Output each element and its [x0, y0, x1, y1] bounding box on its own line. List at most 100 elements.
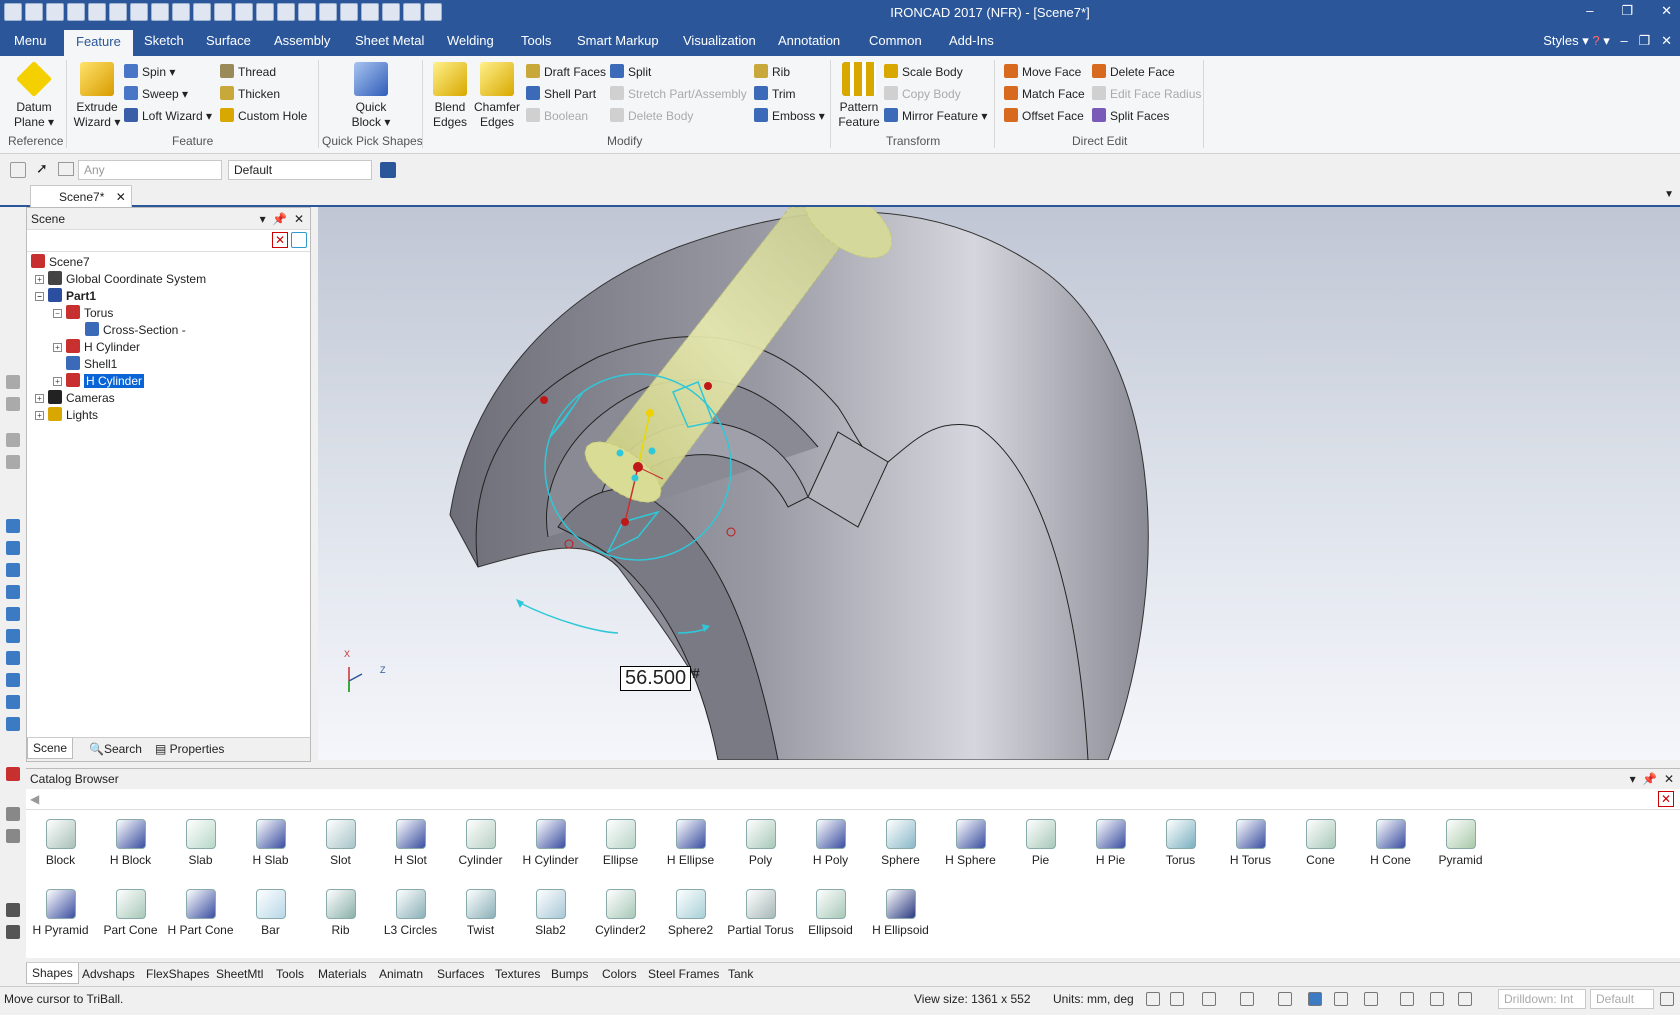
tab-flexshapes[interactable]: FlexShapes	[146, 967, 209, 981]
catalog-item-l3-circles[interactable]: L3 Circles	[373, 889, 448, 937]
selection-filter-combo[interactable]: Any	[78, 160, 222, 180]
tool-icon[interactable]	[6, 903, 20, 917]
zoom-icon[interactable]	[1146, 992, 1160, 1006]
catalog-item-cylinder[interactable]: Cylinder	[443, 819, 518, 867]
split-button[interactable]: Split	[610, 64, 651, 79]
3d-viewport[interactable]: 56.500 # X Z	[318, 207, 1680, 760]
filter-icon[interactable]	[10, 162, 26, 178]
tab-tools[interactable]: Tools	[276, 967, 304, 981]
catalog-item-sphere[interactable]: Sphere	[863, 819, 938, 867]
move-face-button[interactable]: Move Face	[1004, 64, 1081, 79]
tab-animatn[interactable]: Animatn	[379, 967, 423, 981]
catalog-item-sphere2[interactable]: Sphere2	[653, 889, 728, 937]
tree-item-cameras[interactable]: + Cameras	[35, 390, 115, 406]
tree-item-h-cylinder[interactable]: + H Cylinder	[53, 339, 140, 355]
zoom-window-icon[interactable]	[1170, 992, 1184, 1006]
catalog-item-h-block[interactable]: H Block	[93, 819, 168, 867]
model-view[interactable]	[318, 207, 1680, 760]
catalog-item-partial-torus[interactable]: Partial Torus	[723, 889, 798, 937]
datum-plane-button[interactable]: Datum Plane ▾	[10, 60, 58, 130]
tab-menu[interactable]: Menu	[14, 33, 47, 48]
catalog-item-slot[interactable]: Slot	[303, 819, 378, 867]
catalog-item-h-slot[interactable]: H Slot	[373, 819, 448, 867]
tab-scene[interactable]: Scene	[27, 738, 74, 759]
view-front-icon[interactable]	[6, 519, 20, 533]
catalog-item-torus[interactable]: Torus	[1143, 819, 1218, 867]
camera-icon[interactable]	[1400, 992, 1414, 1006]
view-iso-icon[interactable]	[6, 717, 20, 731]
catalog-item-part-cone[interactable]: Part Cone	[93, 889, 168, 937]
catalog-item-h-ellipsoid[interactable]: H Ellipsoid	[863, 889, 938, 937]
catalog-item-h-pyramid[interactable]: H Pyramid	[23, 889, 98, 937]
tab-shapes[interactable]: Shapes	[26, 963, 79, 984]
trim-button[interactable]: Trim	[754, 86, 796, 101]
tab-scene7[interactable]: Scene7* ✕	[30, 185, 132, 207]
catalog-item-pyramid[interactable]: Pyramid	[1423, 819, 1498, 867]
sweep-button[interactable]: Sweep ▾	[124, 86, 188, 101]
close-tab-icon[interactable]: ✕	[116, 190, 126, 204]
tab-tools[interactable]: Tools	[521, 33, 551, 48]
boolean-button[interactable]: Boolean	[526, 108, 588, 123]
tree-options-icon[interactable]	[291, 232, 307, 248]
view-iso-icon[interactable]	[6, 651, 20, 665]
catalog-item-twist[interactable]: Twist	[443, 889, 518, 937]
split-faces-button[interactable]: Split Faces	[1092, 108, 1169, 123]
view-cube-icon[interactable]	[1240, 992, 1254, 1006]
tab-surfaces[interactable]: Surfaces	[437, 967, 484, 981]
view-right-icon[interactable]	[6, 563, 20, 577]
delete-body-button[interactable]: Delete Body	[610, 108, 693, 123]
tree-item-lights[interactable]: + Lights	[35, 407, 98, 423]
pointer-icon[interactable]	[1430, 992, 1444, 1006]
view-back-icon[interactable]	[6, 585, 20, 599]
loft-wizard-button[interactable]: Loft Wizard ▾	[124, 108, 212, 123]
thicken-button[interactable]: Thicken	[220, 86, 280, 101]
catalog-item-block[interactable]: Block	[23, 819, 98, 867]
close-icon[interactable]: ✕	[1661, 3, 1672, 19]
catalog-item-h-torus[interactable]: H Torus	[1213, 819, 1288, 867]
pattern-feature-button[interactable]: Pattern Feature	[836, 62, 882, 130]
catalog-item-poly[interactable]: Poly	[723, 819, 798, 867]
catalog-item-h-pie[interactable]: H Pie	[1073, 819, 1148, 867]
tree-item-h-cylinder-selected[interactable]: + H Cylinder	[53, 373, 145, 389]
tab-bumps[interactable]: Bumps	[551, 967, 588, 981]
stretch-part-button[interactable]: Stretch Part/Assembly	[610, 86, 747, 101]
thread-button[interactable]: Thread	[220, 64, 276, 79]
catalog-item-cone[interactable]: Cone	[1283, 819, 1358, 867]
view-tool-icon[interactable]	[6, 397, 20, 411]
match-face-button[interactable]: Match Face	[1004, 86, 1085, 101]
view-tool-icon[interactable]	[6, 455, 20, 469]
catalog-item-slab2[interactable]: Slab2	[513, 889, 588, 937]
tree-item-cross-section[interactable]: Cross-Section -	[85, 322, 186, 338]
offset-face-button[interactable]: Offset Face	[1004, 108, 1084, 123]
catalog-item-h-cylinder[interactable]: H Cylinder	[513, 819, 588, 867]
tab-annotation[interactable]: Annotation	[778, 33, 840, 48]
drilldown-combo[interactable]: Drilldown: Int	[1498, 989, 1586, 1009]
catalog-item-ellipsoid[interactable]: Ellipsoid	[793, 889, 868, 937]
catalog-item-h-poly[interactable]: H Poly	[793, 819, 868, 867]
back-arrow-icon[interactable]: ◀	[30, 792, 39, 806]
catalog-item-h-slab[interactable]: H Slab	[233, 819, 308, 867]
draft-faces-button[interactable]: Draft Faces	[526, 64, 606, 79]
quick-block-button[interactable]: Quick Block ▾	[346, 62, 396, 130]
edit-face-radius-button[interactable]: Edit Face Radius	[1092, 86, 1201, 101]
display-icon[interactable]	[1364, 992, 1378, 1006]
tab-colors[interactable]: Colors	[602, 967, 637, 981]
settings-icon[interactable]	[1660, 992, 1674, 1006]
blend-edges-button[interactable]: Blend Edges	[428, 62, 472, 130]
catalog-item-rib[interactable]: Rib	[303, 889, 378, 937]
catalog-item-h-ellipse[interactable]: H Ellipse	[653, 819, 728, 867]
view-bottom-icon[interactable]	[6, 607, 20, 621]
tab-advshaps[interactable]: Advshaps	[82, 967, 135, 981]
view-tool-icon[interactable]	[6, 375, 20, 389]
tool-icon[interactable]	[6, 807, 20, 821]
snap-icon[interactable]	[1278, 992, 1292, 1006]
tab-steel-frames[interactable]: Steel Frames	[648, 967, 719, 981]
panel-controls[interactable]: ▾ 📌 ✕	[260, 212, 304, 226]
view-left-icon[interactable]	[6, 629, 20, 643]
view-top-icon[interactable]	[6, 541, 20, 555]
tab-feature[interactable]: Feature	[64, 30, 133, 56]
clear-filter-icon[interactable]: ✕	[272, 232, 288, 248]
custom-hole-button[interactable]: Custom Hole	[220, 108, 307, 123]
extrude-wizard-button[interactable]: Extrude Wizard ▾	[72, 62, 122, 130]
tab-sheet-metal[interactable]: Sheet Metal	[355, 33, 424, 48]
